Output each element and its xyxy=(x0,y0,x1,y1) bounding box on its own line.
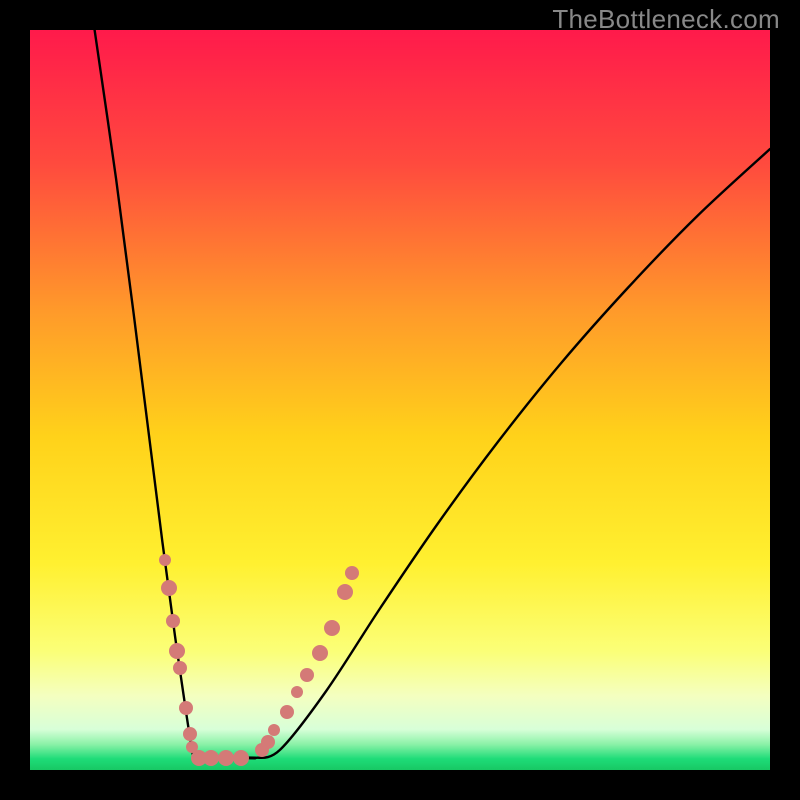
data-marker xyxy=(159,554,171,566)
data-marker xyxy=(312,645,328,661)
watermark-text: TheBottleneck.com xyxy=(552,4,780,35)
data-marker xyxy=(183,727,197,741)
data-marker xyxy=(268,724,280,736)
data-marker xyxy=(166,614,180,628)
series-right-branch xyxy=(255,149,770,758)
data-marker xyxy=(324,620,340,636)
data-marker xyxy=(233,750,249,766)
data-marker xyxy=(291,686,303,698)
chart-frame: TheBottleneck.com xyxy=(0,0,800,800)
data-marker xyxy=(161,580,177,596)
plot-area xyxy=(30,30,770,770)
data-marker xyxy=(337,584,353,600)
data-marker xyxy=(261,735,275,749)
data-marker xyxy=(179,701,193,715)
data-marker xyxy=(173,661,187,675)
curve-layer xyxy=(30,30,770,770)
data-marker xyxy=(345,566,359,580)
data-marker xyxy=(218,750,234,766)
data-marker xyxy=(280,705,294,719)
data-marker xyxy=(169,643,185,659)
data-marker xyxy=(203,750,219,766)
data-marker xyxy=(300,668,314,682)
